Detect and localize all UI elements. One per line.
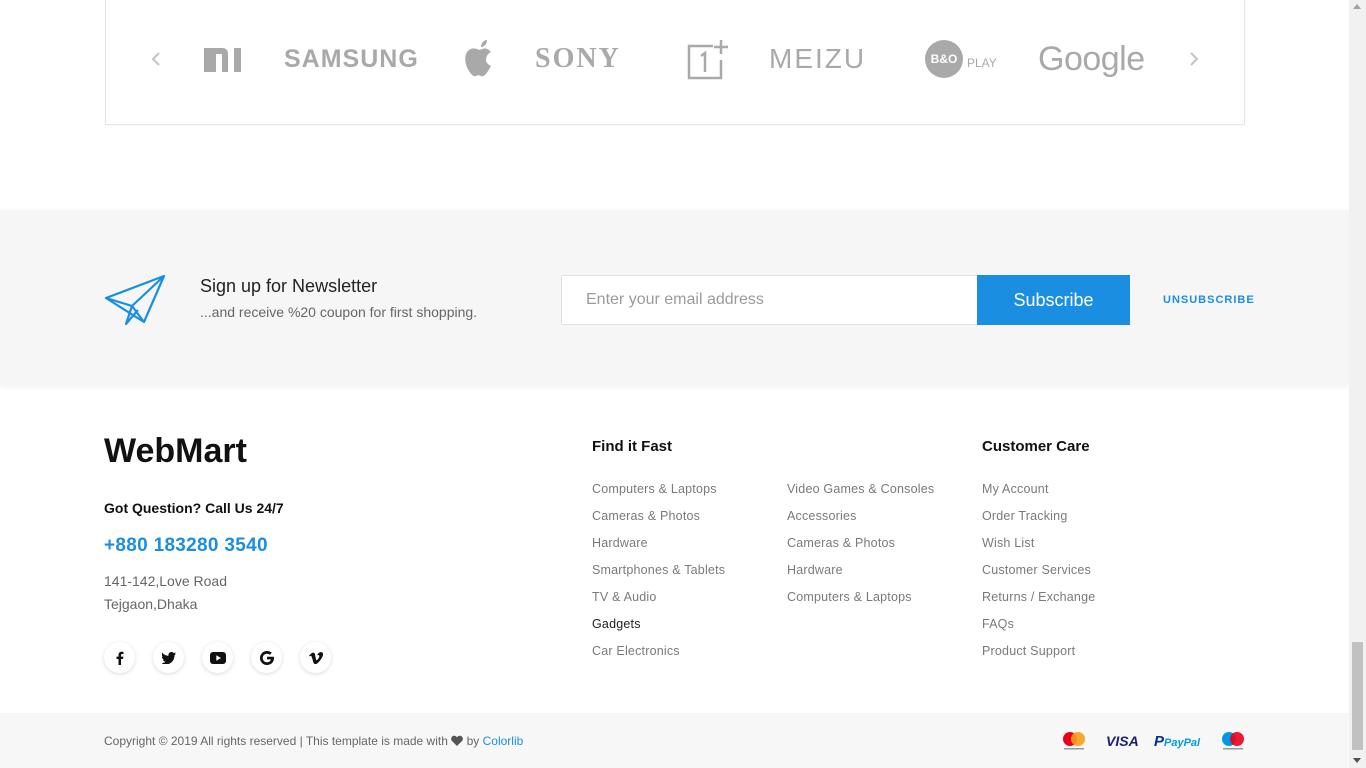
- play-label: PLAY: [967, 56, 997, 70]
- bottom-bar: Copyright © 2019 All rights reserved | T…: [0, 713, 1349, 768]
- facebook-icon[interactable]: [104, 642, 135, 673]
- copyright-text: Copyright © 2019 All rights reserved | T…: [104, 734, 523, 748]
- brand-logo-bo-play[interactable]: B&O PLAY: [925, 34, 997, 84]
- newsletter-section: Sign up for Newsletter ...and receive %2…: [0, 210, 1349, 385]
- brand-logo-meizu[interactable]: MEIZU: [769, 34, 866, 84]
- google-icon[interactable]: [251, 642, 282, 673]
- bo-badge: B&O: [925, 40, 963, 78]
- paper-plane-icon: [104, 274, 166, 326]
- credit-by: by: [466, 734, 480, 748]
- visa-icon: VISA: [1106, 731, 1139, 751]
- sony-wordmark: SONY: [535, 43, 621, 74]
- footer-link[interactable]: Hardware: [592, 536, 725, 563]
- carousel-prev-button[interactable]: [148, 47, 164, 71]
- samsung-wordmark: SAMSUNG: [284, 44, 419, 73]
- address-line-2: Tejgaon,Dhaka: [104, 596, 198, 612]
- google-wordmark: Google: [1038, 39, 1145, 78]
- footer-link[interactable]: TV & Audio: [592, 590, 725, 617]
- scroll-thumb[interactable]: [1352, 642, 1363, 750]
- brand-logo-oneplus[interactable]: [687, 34, 731, 84]
- footer-link[interactable]: FAQs: [982, 617, 1095, 644]
- heart-icon: [451, 735, 464, 746]
- brand-logo-samsung[interactable]: SAMSUNG: [284, 34, 419, 84]
- phone-number[interactable]: +880 183280 3540: [104, 535, 268, 557]
- scroll-up-arrow[interactable]: [1353, 4, 1361, 9]
- paypal-label: PayPal: [1164, 736, 1201, 749]
- footer-link[interactable]: Cameras & Photos: [787, 536, 934, 563]
- subscribe-button[interactable]: Subscribe: [977, 275, 1130, 325]
- footer-link[interactable]: Wish List: [982, 536, 1095, 563]
- paypal-icon: PPayPal: [1154, 732, 1201, 750]
- footer-link[interactable]: Order Tracking: [982, 509, 1095, 536]
- customer-care-heading: Customer Care: [982, 438, 1090, 455]
- carousel-next-button[interactable]: [1186, 47, 1202, 71]
- brand-logo-mi[interactable]: [202, 34, 244, 84]
- footer-link[interactable]: Accessories: [787, 509, 934, 536]
- social-links: [104, 642, 331, 673]
- unsubscribe-link[interactable]: UNSUBSCRIBE: [1163, 294, 1255, 306]
- footer-link[interactable]: Computers & Laptops: [592, 482, 725, 509]
- footer-link[interactable]: Customer Services: [982, 563, 1095, 590]
- newsletter-email-input[interactable]: [561, 275, 978, 325]
- twitter-icon[interactable]: [153, 642, 184, 673]
- call-us-heading: Got Question? Call Us 24/7: [104, 500, 284, 516]
- visa-label: VISA: [1106, 733, 1139, 749]
- vimeo-icon[interactable]: [300, 642, 331, 673]
- footer-link[interactable]: Product Support: [982, 644, 1095, 671]
- oneplus-icon: [687, 40, 728, 80]
- newsletter-subtitle: ...and receive %20 coupon for first shop…: [200, 304, 478, 320]
- footer-link-hovered[interactable]: Gadgets: [592, 617, 725, 644]
- footer-link[interactable]: My Account: [982, 482, 1095, 509]
- footer-link[interactable]: Computers & Laptops: [787, 590, 934, 617]
- page-scrollbar[interactable]: [1349, 0, 1366, 768]
- brand-logo-sony[interactable]: SONY: [535, 34, 621, 84]
- colorlib-link[interactable]: Colorlib: [483, 734, 524, 748]
- maestro-icon: [1220, 731, 1246, 751]
- youtube-icon[interactable]: [202, 642, 233, 673]
- find-it-fast-heading: Find it Fast: [592, 438, 672, 455]
- brand-logo-apple[interactable]: [459, 34, 497, 84]
- address-line-1: 141-142,Love Road: [104, 573, 227, 589]
- customer-care-links: My Account Order Tracking Wish List Cust…: [982, 482, 1095, 671]
- brand-carousel: SAMSUNG SONY MEIZU B&O PLAY Google: [105, 0, 1245, 125]
- newsletter-title: Sign up for Newsletter: [200, 276, 378, 296]
- mastercard-icon: [1061, 731, 1087, 751]
- meizu-wordmark: MEIZU: [769, 43, 867, 74]
- copyright-prefix: Copyright © 2019 All rights reserved | T…: [104, 734, 448, 748]
- footer-link[interactable]: Smartphones & Tablets: [592, 563, 725, 590]
- footer-link[interactable]: Hardware: [787, 563, 934, 590]
- footer-link[interactable]: Video Games & Consoles: [787, 482, 934, 509]
- apple-icon: [465, 40, 491, 77]
- scroll-down-arrow[interactable]: [1353, 758, 1361, 763]
- find-it-fast-col-1: Computers & Laptops Cameras & Photos Har…: [592, 482, 725, 671]
- footer-link[interactable]: Car Electronics: [592, 644, 725, 671]
- brand-logo-google[interactable]: Google: [1038, 34, 1145, 84]
- footer-link[interactable]: Cameras & Photos: [592, 509, 725, 536]
- footer-link[interactable]: Returns / Exchange: [982, 590, 1095, 617]
- find-it-fast-col-2: Video Games & Consoles Accessories Camer…: [787, 482, 934, 617]
- footer-brand-name: WebMart: [104, 432, 247, 470]
